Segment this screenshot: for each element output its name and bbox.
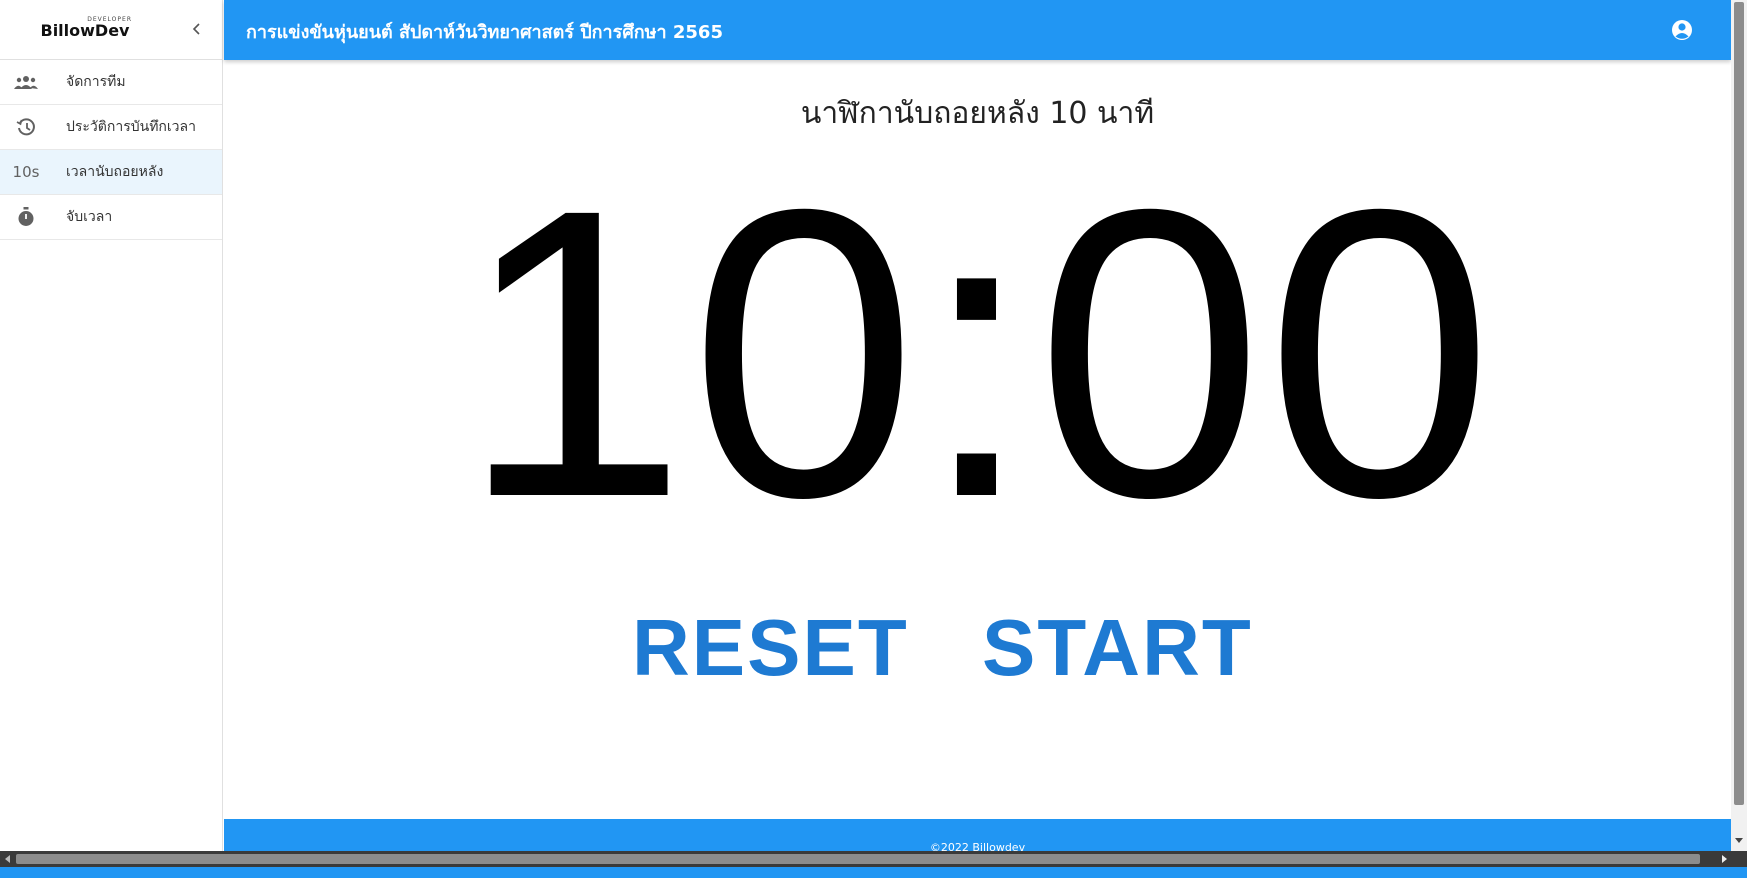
countdown-display: 10:00 — [459, 124, 1496, 582]
sidebar-item-label: จัดการทีม — [66, 74, 126, 90]
history-icon — [0, 105, 52, 150]
logo-tagline: DEVELOPER — [87, 16, 132, 23]
sidebar-item-history[interactable]: ประวัติการบันทึกเวลา — [0, 105, 222, 150]
scroll-left-arrow-icon[interactable] — [5, 855, 10, 863]
vertical-scrollbar[interactable] — [1731, 0, 1747, 851]
account-circle-icon — [1672, 20, 1692, 40]
scroll-down-arrow-icon[interactable] — [1735, 838, 1743, 843]
sidebar-item-stopwatch[interactable]: จับเวลา — [0, 195, 222, 240]
sidebar-item-label: เวลานับถอยหลัง — [66, 164, 164, 180]
horizontal-scrollbar[interactable] — [0, 851, 1747, 867]
sidebar-item-label: ประวัติการบันทึกเวลา — [66, 119, 196, 135]
horizontal-scrollbar-thumb[interactable] — [16, 854, 1700, 864]
account-button[interactable] — [1669, 17, 1695, 43]
main-content: นาฬิกานับถอยหลัง 10 นาที 10:00 RESET STA… — [224, 60, 1731, 820]
sidebar-brand: BillowDev DEVELOPER — [0, 0, 222, 60]
reset-button[interactable]: RESET — [632, 602, 907, 692]
team-icon — [0, 60, 52, 105]
app-header: การแข่งขันหุ่นยนต์ สัปดาห์วันวิทยาศาสตร์… — [224, 0, 1731, 60]
page-title: การแข่งขันหุ่นยนต์ สัปดาห์วันวิทยาศาสตร์… — [246, 22, 723, 43]
sidebar-nav: จัดการทีม ประวัติการบันทึกเวลา 10s เวลาน… — [0, 60, 222, 240]
sidebar: BillowDev DEVELOPER จัดการทีม ประวัติการ… — [0, 0, 223, 851]
chevron-left-icon — [192, 23, 200, 35]
vertical-scrollbar-thumb[interactable] — [1734, 2, 1744, 805]
start-button[interactable]: START — [982, 602, 1251, 692]
stopwatch-icon — [0, 195, 52, 240]
scroll-right-arrow-icon[interactable] — [1722, 855, 1727, 863]
sidebar-item-team[interactable]: จัดการทีม — [0, 60, 222, 105]
countdown-10s-icon: 10s — [12, 163, 40, 181]
logo-text: BillowDev — [40, 20, 130, 40]
collapse-sidebar-button[interactable] — [186, 18, 208, 40]
bottom-strip — [0, 867, 1747, 878]
footer: ©2022 Billowdev — [224, 819, 1731, 854]
logo[interactable]: BillowDev DEVELOPER — [30, 10, 140, 50]
sidebar-item-label: จับเวลา — [66, 209, 113, 225]
sidebar-item-countdown[interactable]: 10s เวลานับถอยหลัง — [0, 150, 222, 195]
